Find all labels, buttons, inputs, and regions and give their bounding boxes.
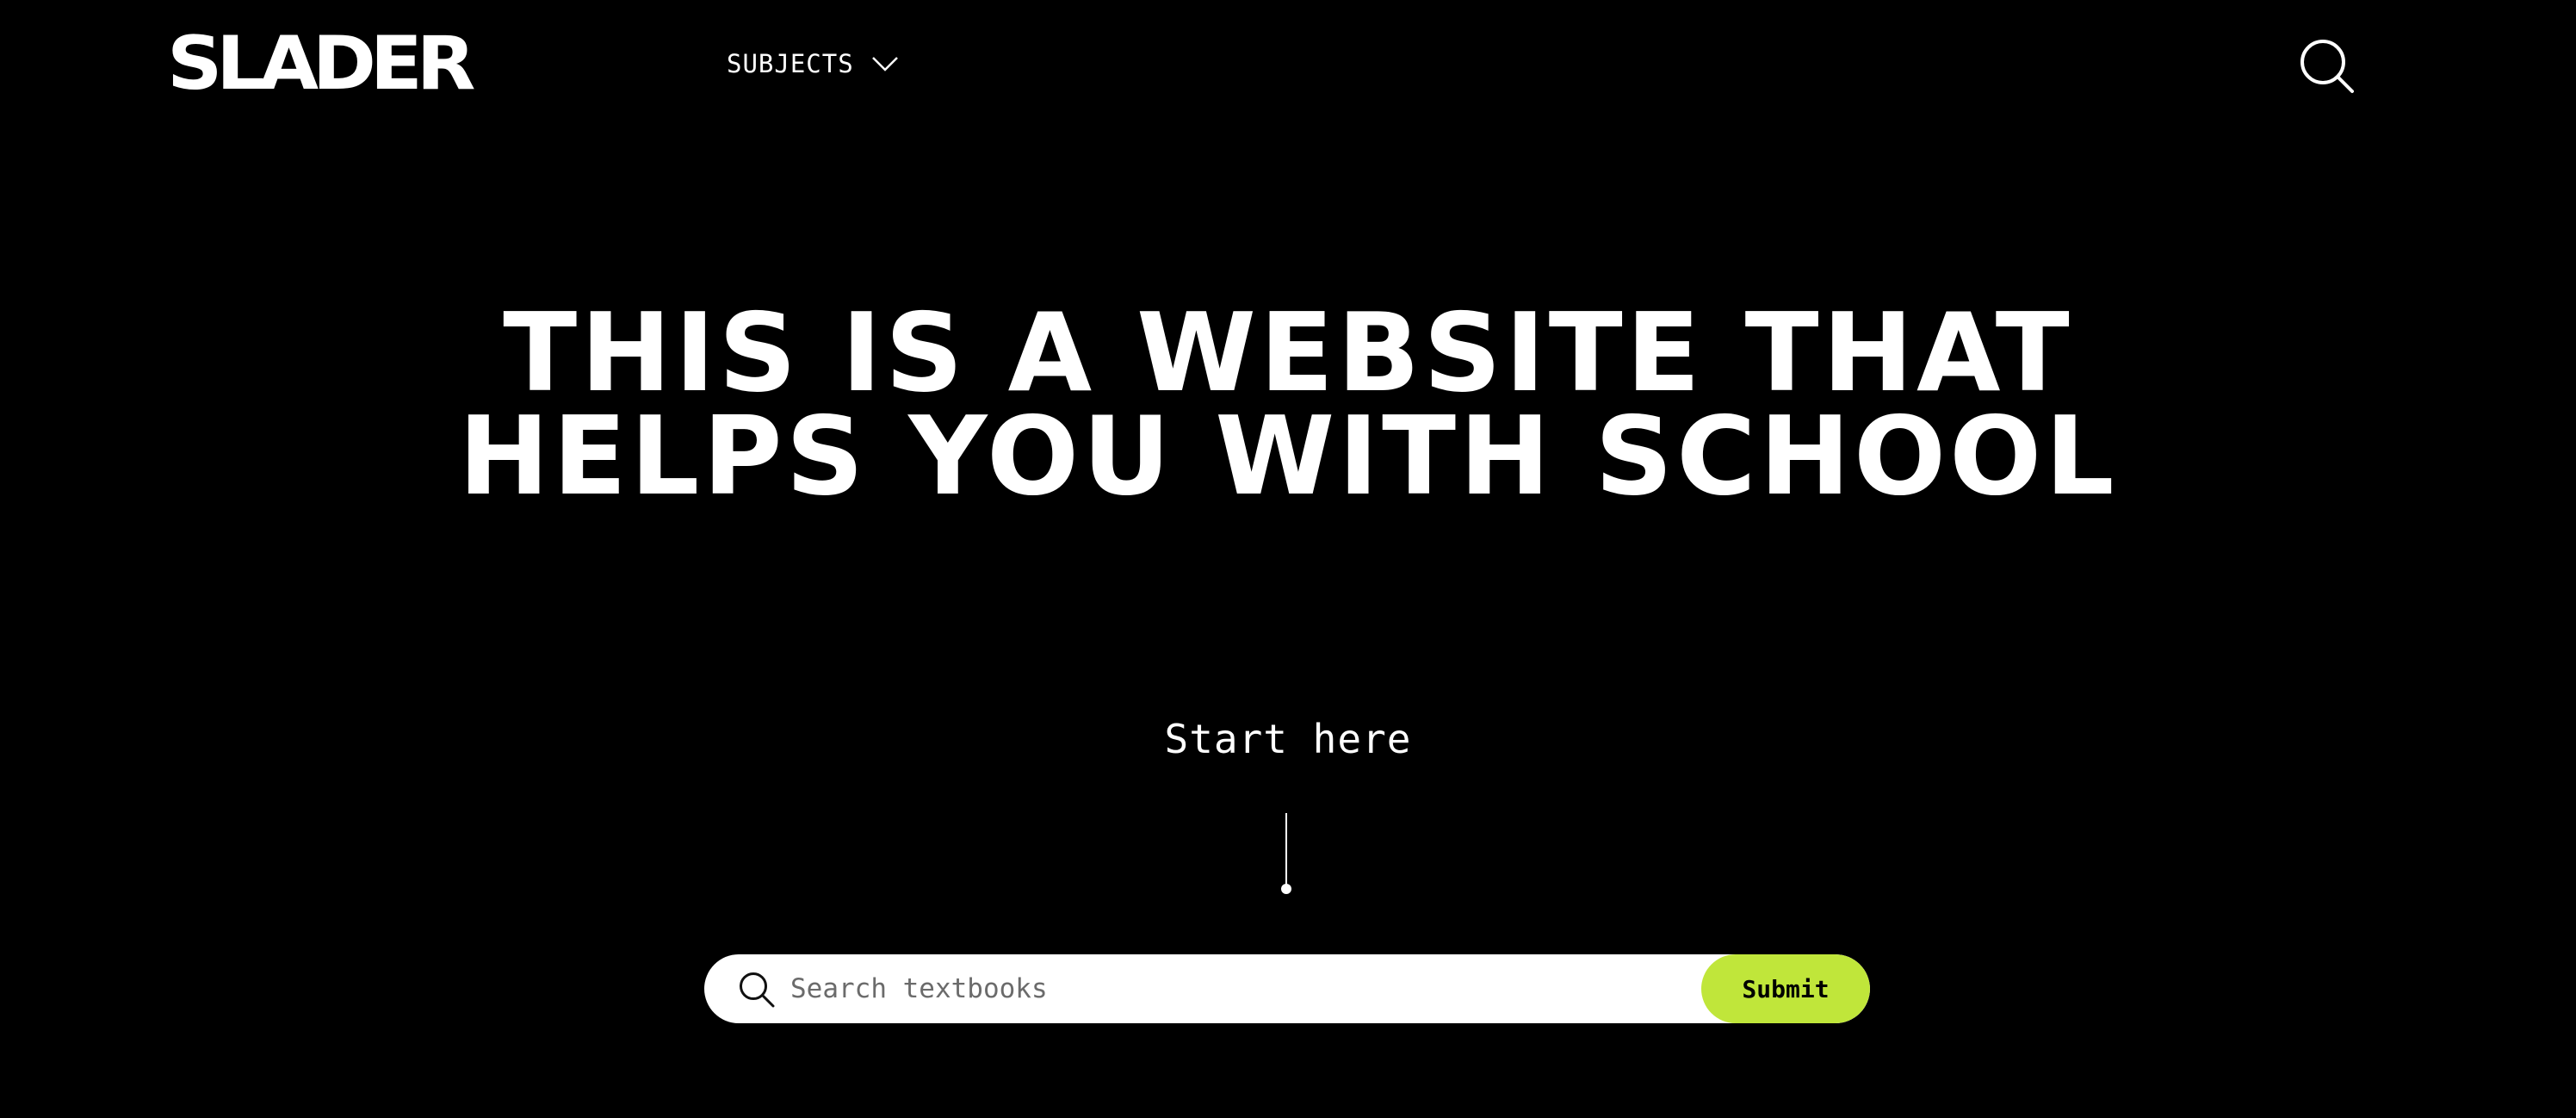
- start-here-label: Start here: [1164, 716, 1412, 762]
- textbook-search-form: Submit: [704, 954, 1870, 1023]
- header-search-button[interactable]: [2297, 36, 2359, 98]
- chevron-down-icon: [871, 57, 898, 71]
- search-icon: [737, 970, 777, 1009]
- submit-button[interactable]: Submit: [1701, 954, 1870, 1023]
- subjects-menu-label: SUBJECTS: [727, 49, 854, 78]
- search-icon: [2300, 40, 2354, 93]
- search-input[interactable]: [790, 954, 1531, 1023]
- hero-headline: THIS IS A WEBSITE THAT HELPS YOU WITH SC…: [458, 289, 2118, 519]
- pointer-line: [1278, 813, 1295, 896]
- subjects-menu-button[interactable]: SUBJECTS: [727, 45, 899, 83]
- logo[interactable]: SLADER: [167, 27, 475, 101]
